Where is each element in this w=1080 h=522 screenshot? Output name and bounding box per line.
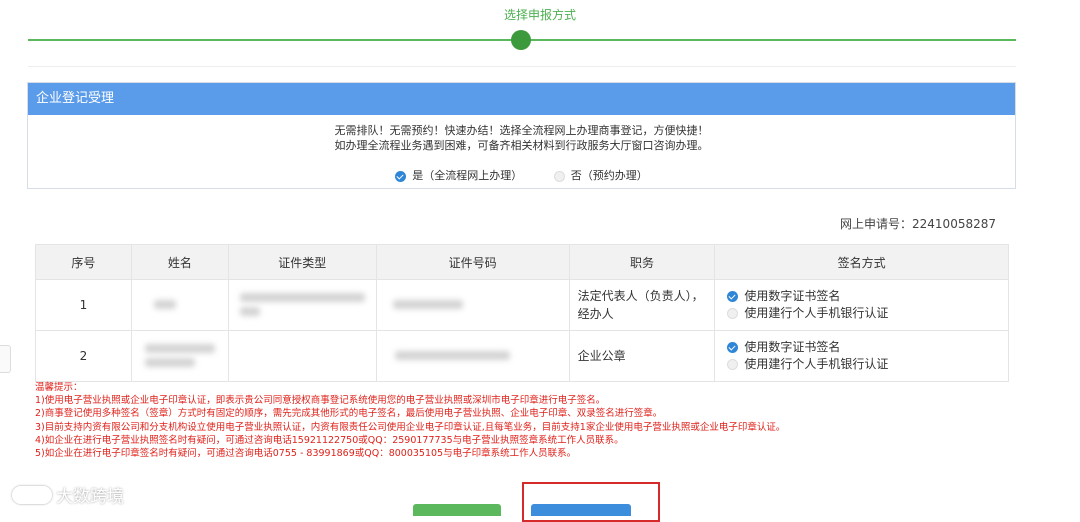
panel-title: 企业登记受理 bbox=[28, 83, 1015, 115]
name-cell-redacted bbox=[130, 330, 229, 382]
id-number-cell-redacted bbox=[375, 330, 570, 382]
sign-option-ccb-bank-label: 使用建行个人手机银行认证 bbox=[744, 357, 889, 371]
header-index: 序号 bbox=[35, 244, 132, 280]
option-online-label: 是（全流程网上办理） bbox=[412, 169, 523, 182]
id-type-cell bbox=[227, 330, 377, 382]
header-sign-method: 签名方式 bbox=[714, 244, 1009, 280]
sign-method-cell: 使用数字证书签名 使用建行个人手机银行认证 bbox=[714, 330, 1009, 382]
sign-option-ccb-bank-label: 使用建行个人手机银行认证 bbox=[744, 306, 889, 320]
sign-option-certificate[interactable]: 使用数字证书签名 bbox=[727, 288, 1007, 305]
row-duty: 法定代表人（负责人），经办人 bbox=[568, 279, 716, 331]
row-index: 1 bbox=[35, 279, 132, 331]
radio-checked-icon[interactable] bbox=[727, 342, 739, 353]
divider bbox=[28, 66, 1016, 67]
tip-item: 3)目前支持内资有限公司和分支机构设立使用电子营业执照认证，内资有限责任公司使用… bbox=[35, 421, 786, 433]
radio-unchecked-icon[interactable] bbox=[727, 308, 739, 319]
sign-option-certificate[interactable]: 使用数字证书签名 bbox=[727, 339, 1007, 356]
table-row: 2 企业公章 使用数字证书签名 使用建行个人手机银行认证 bbox=[35, 330, 1009, 382]
option-appointment-label: 否（预约办理） bbox=[570, 169, 648, 182]
tip-item: 4)如企业在进行电子营业执照签名时有疑问，可通过咨询电话15921122750或… bbox=[35, 434, 624, 446]
tips-title: 温馨提示： bbox=[35, 382, 83, 393]
step-title: 选择申报方式 bbox=[503, 8, 576, 22]
redacted-blur bbox=[395, 351, 511, 360]
radio-unchecked-icon[interactable] bbox=[553, 170, 565, 182]
tip-item: 5)如企业在进行电子印章签名时有疑问，可通过咨询电话0755 - 8399186… bbox=[35, 448, 577, 460]
notice-line-2: 如办理全流程业务遇到困难，可备齐相关材料到行政服务大厅窗口咨询办理。 bbox=[334, 139, 709, 152]
row-index: 2 bbox=[35, 330, 132, 382]
header-id-number: 证件号码 bbox=[375, 244, 570, 280]
sign-option-ccb-bank[interactable]: 使用建行个人手机银行认证 bbox=[727, 356, 1007, 373]
redacted-blur bbox=[392, 300, 463, 309]
handling-choice-group: 是（全流程网上办理） 否（预约办理） bbox=[28, 167, 1015, 183]
header-id-type: 证件类型 bbox=[227, 244, 377, 280]
sign-option-ccb-bank[interactable]: 使用建行个人手机银行认证 bbox=[727, 305, 1007, 322]
redacted-blur bbox=[239, 293, 365, 302]
signature-table: 序号 姓名 证件类型 证件号码 职务 签名方式 1 法定代表人（负责人），经办人… bbox=[35, 244, 1009, 382]
table-row: 1 法定代表人（负责人），经办人 使用数字证书签名 使用建行个人手机银行认证 bbox=[35, 279, 1009, 331]
header-name: 姓名 bbox=[130, 244, 229, 280]
application-number-value: 22410058287 bbox=[912, 217, 996, 231]
table-header-row: 序号 姓名 证件类型 证件号码 职务 签名方式 bbox=[35, 244, 1009, 280]
radio-unchecked-icon[interactable] bbox=[727, 359, 739, 370]
redacted-blur bbox=[153, 300, 176, 309]
sign-option-certificate-label: 使用数字证书签名 bbox=[744, 340, 841, 354]
id-number-cell-redacted bbox=[375, 279, 570, 331]
id-type-cell-redacted bbox=[227, 279, 377, 331]
watermark: 大数跨境 bbox=[12, 482, 124, 507]
sign-method-cell: 使用数字证书签名 使用建行个人手机银行认证 bbox=[714, 279, 1009, 331]
radio-checked-icon[interactable] bbox=[395, 170, 407, 182]
application-number-label: 网上申请号： bbox=[840, 217, 913, 231]
redacted-blur bbox=[239, 307, 260, 316]
watermark-text: 大数跨境 bbox=[56, 487, 124, 507]
tip-item: 2)商事登记使用多种签名（签章）方式时有固定的顺序，需先完成其他形式的电子签名，… bbox=[35, 408, 663, 420]
previous-step-button[interactable] bbox=[413, 504, 501, 516]
row-duty: 企业公章 bbox=[568, 330, 716, 382]
application-number: 网上申请号：22410058287 bbox=[840, 215, 996, 232]
sign-option-certificate-label: 使用数字证书签名 bbox=[744, 289, 841, 303]
notice-text: 无需排队！无需预约！快速办结！选择全流程网上办理商事登记，方便快捷！ 如办理全流… bbox=[28, 123, 1015, 153]
option-appointment[interactable]: 否（预约办理） bbox=[553, 167, 648, 183]
header-duty: 职务 bbox=[568, 244, 716, 280]
name-cell-redacted bbox=[130, 279, 229, 331]
notice-line-1: 无需排队！无需预约！快速办结！选择全流程网上办理商事登记，方便快捷！ bbox=[334, 124, 709, 137]
watermark-logo-icon bbox=[12, 485, 52, 504]
highlight-box bbox=[522, 482, 660, 522]
tip-item: 1)使用电子营业执照或企业电子印章认证，即表示贵公司同意授权商事登记系统使用您的… bbox=[35, 395, 606, 407]
enterprise-registration-panel: 企业登记受理 无需排队！无需预约！快速办结！选择全流程网上办理商事登记，方便快捷… bbox=[27, 82, 1016, 189]
redacted-blur bbox=[144, 358, 195, 367]
radio-checked-icon[interactable] bbox=[727, 291, 739, 302]
side-drawer-handle[interactable] bbox=[0, 345, 11, 373]
tips-section: 温馨提示： 1)使用电子营业执照或企业电子印章认证，即表示贵公司同意授权商事登记… bbox=[35, 381, 785, 460]
option-online[interactable]: 是（全流程网上办理） bbox=[395, 167, 522, 183]
redacted-blur bbox=[144, 344, 215, 353]
progress-step-dot bbox=[511, 30, 531, 50]
